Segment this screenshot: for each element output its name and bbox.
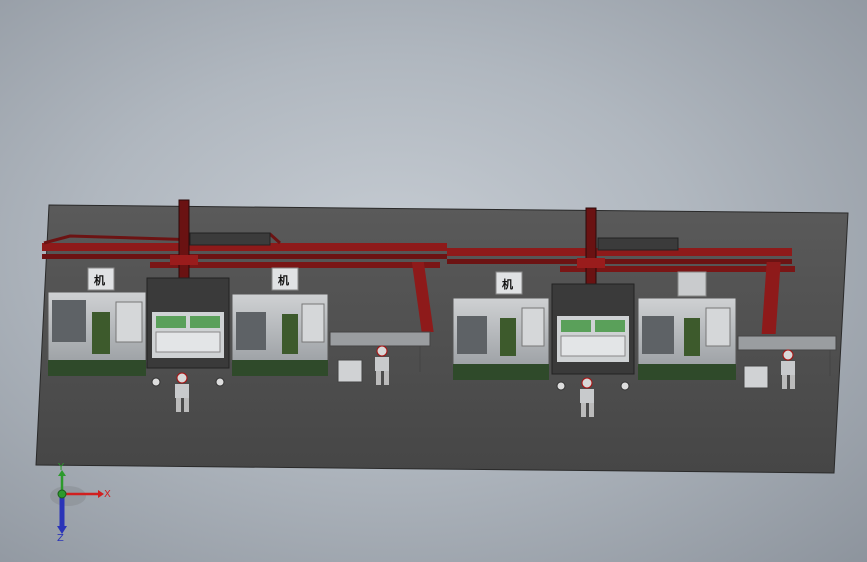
x-axis-label: X — [104, 489, 111, 500]
assembly-scene[interactable]: 机 机 机 X Y Z — [0, 0, 867, 562]
machine-label: 机 — [502, 277, 513, 291]
robot-cell-2[interactable] — [551, 283, 635, 391]
machine-label: 机 — [278, 273, 289, 287]
coordinate-triad[interactable]: X Y Z — [50, 462, 111, 544]
z-axis-label: Z — [57, 533, 64, 544]
machine-label: 机 — [94, 273, 105, 287]
3d-viewport[interactable]: 机 机 机 X Y Z — [0, 0, 867, 562]
y-axis-label: Y — [57, 462, 65, 473]
